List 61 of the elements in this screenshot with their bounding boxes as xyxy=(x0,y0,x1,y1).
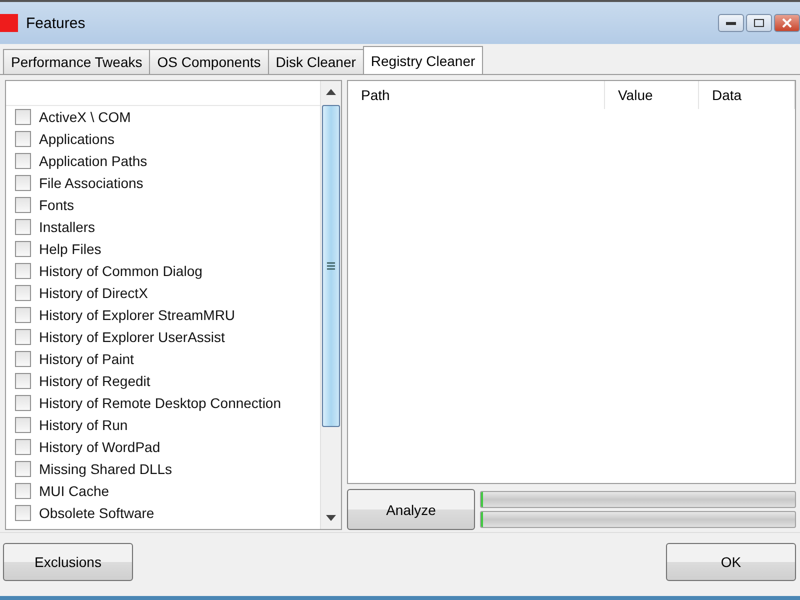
minimize-button[interactable] xyxy=(718,14,744,32)
checkbox[interactable] xyxy=(15,461,31,477)
column-header[interactable]: Value xyxy=(605,81,699,109)
item-label: Missing Shared DLLs xyxy=(39,461,172,477)
item-label: Fonts xyxy=(39,197,74,213)
scrollbar[interactable] xyxy=(320,81,341,529)
item-label: Obsolete Software xyxy=(39,505,154,521)
exclusions-button[interactable]: Exclusions xyxy=(3,542,133,580)
tab[interactable]: OS Components xyxy=(149,49,269,74)
item-label: History of Remote Desktop Connection xyxy=(39,395,281,411)
item-label: History of Common Dialog xyxy=(39,263,202,279)
ok-button[interactable]: OK xyxy=(666,542,796,580)
item-label: History of DirectX xyxy=(39,285,148,301)
checkbox[interactable] xyxy=(15,483,31,499)
maximize-button[interactable] xyxy=(746,14,772,32)
close-button[interactable] xyxy=(774,14,800,32)
checkbox[interactable] xyxy=(15,373,31,389)
checkbox[interactable] xyxy=(15,439,31,455)
checkbox[interactable] xyxy=(15,263,31,279)
checkbox[interactable] xyxy=(15,505,31,521)
item-label: History of Explorer UserAssist xyxy=(39,329,225,345)
item-label: History of WordPad xyxy=(39,439,160,455)
checkbox[interactable] xyxy=(15,285,31,301)
close-icon xyxy=(782,18,792,28)
window-title: Features xyxy=(26,14,86,32)
checkbox[interactable] xyxy=(15,329,31,345)
item-label: Applications xyxy=(39,131,114,147)
analyze-button[interactable]: Analyze xyxy=(347,489,475,530)
item-label: History of Paint xyxy=(39,351,134,367)
checkbox[interactable] xyxy=(15,241,31,257)
checkbox[interactable] xyxy=(15,351,31,367)
checkbox[interactable] xyxy=(15,109,31,125)
scrollbar-thumb[interactable] xyxy=(322,105,340,427)
minimize-icon xyxy=(726,21,736,25)
grip-icon xyxy=(327,262,335,270)
item-label: History of Regedit xyxy=(39,373,150,389)
item-label: File Associations xyxy=(39,175,144,191)
tab[interactable]: Registry Cleaner xyxy=(362,46,484,74)
tab[interactable]: Performance Tweaks xyxy=(3,49,150,74)
item-label: Help Files xyxy=(39,241,102,257)
column-header[interactable]: Path xyxy=(348,81,605,109)
checkbox[interactable] xyxy=(15,153,31,169)
checkbox[interactable] xyxy=(15,197,31,213)
item-label: History of Explorer StreamMRU xyxy=(39,307,236,323)
item-label: Installers xyxy=(39,219,96,235)
checkbox[interactable] xyxy=(15,175,31,191)
scroll-up-arrow-icon[interactable] xyxy=(326,89,336,95)
checkbox[interactable] xyxy=(15,395,31,411)
item-label: ActiveX \ COM xyxy=(39,109,131,125)
column-header[interactable]: Data xyxy=(699,81,795,109)
tab[interactable]: Disk Cleaner xyxy=(268,49,364,74)
checkbox[interactable] xyxy=(15,307,31,323)
checkbox[interactable] xyxy=(15,417,31,433)
item-label: MUI Cache xyxy=(39,483,110,499)
app-logo-icon xyxy=(0,14,18,32)
checkbox[interactable] xyxy=(15,131,31,147)
maximize-icon xyxy=(754,19,764,27)
item-label: Application Paths xyxy=(39,153,148,169)
item-label: History of Run xyxy=(39,417,128,433)
scroll-down-arrow-icon[interactable] xyxy=(326,515,336,521)
checkbox[interactable] xyxy=(15,219,31,235)
